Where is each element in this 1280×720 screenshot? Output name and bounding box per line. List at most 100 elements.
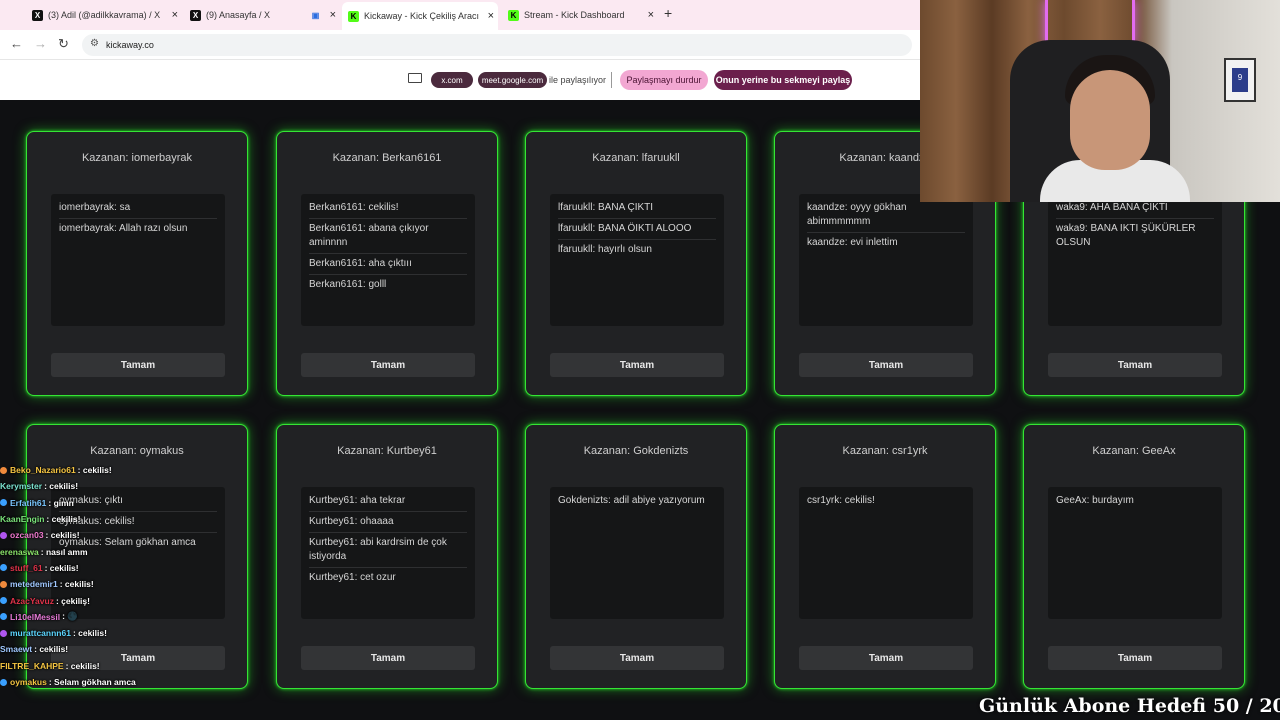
winner-title: Kazanan: oymakus: [90, 445, 184, 457]
webcam-overlay: 9: [920, 0, 1280, 202]
address-bar-row: ← → ↻ ⚙ kickaway.co: [0, 30, 920, 60]
chat-username: Erfatih61: [10, 497, 47, 508]
chat-line: ozcan03: cekilis!: [0, 527, 340, 543]
tab-screen-share[interactable]: ▣ ×: [304, 4, 340, 26]
badge-icon: [0, 580, 7, 588]
chat-text: : 🌑: [62, 611, 78, 622]
ok-button[interactable]: Tamam: [799, 353, 973, 377]
tab-label: Stream - Kick Dashboard: [524, 10, 625, 20]
chat-message: iomerbayrak: sa: [59, 198, 217, 219]
winner-title: Kazanan: Gokdenizts: [583, 445, 689, 457]
chat-line: AzacYavuz: çekiliş!: [0, 592, 340, 608]
badge-icon: [0, 678, 7, 686]
sharing-app-chip: meet.google.com: [478, 72, 547, 88]
ok-button[interactable]: Tamam: [799, 646, 973, 670]
close-icon[interactable]: ×: [330, 9, 336, 21]
winner-title: Kazanan: GeeAx: [1092, 445, 1176, 457]
ok-button[interactable]: Tamam: [550, 646, 724, 670]
chat-username: ozcan03: [10, 530, 44, 541]
kick-logo-icon: K: [348, 10, 359, 22]
tab-kickaway[interactable]: K Kickaway - Kick Çekiliş Aracı ×: [342, 2, 498, 30]
chat-message: kaandze: evi inlettim: [807, 237, 898, 248]
chat-text: : cekilis!: [46, 514, 81, 525]
chat-text: : cekilis!: [45, 530, 80, 541]
ok-button[interactable]: Tamam: [301, 353, 475, 377]
winner-messages: iomerbayrak: sa iomerbayrak: Allah razı o…: [51, 194, 225, 326]
tab-label: (3) Adil (@adilkkavrama) / X: [48, 10, 161, 20]
chat-line: metedemir1: cekilis!: [0, 576, 340, 592]
ok-button[interactable]: Tamam: [550, 353, 724, 377]
chat-line: FILTRE_KAHPE: cekilis!: [0, 658, 340, 674]
winner-messages: Gokdenizts: adil abiye yazıyorum: [550, 487, 724, 619]
tab-label: Kickaway - Kick Çekiliş Aracı: [364, 11, 480, 21]
winner-card: Kazanan: GeeAx GeeAx: burdayım Tamam: [1023, 424, 1245, 689]
chat-line: Li10elMessil: 🌑: [0, 609, 340, 625]
chat-message: Berkan6161: cekilis!: [309, 198, 467, 219]
chat-line: Beko_Nazario61: cekilis!: [0, 462, 340, 478]
chat-text: : cekilis!: [65, 660, 100, 671]
share-this-tab-button[interactable]: Onun yerine bu sekmeyi paylaş: [714, 70, 852, 90]
badge-icon: [0, 531, 7, 539]
chat-line: KaanEngin: cekilis!: [0, 511, 340, 527]
chat-message: Berkan6161: golll: [309, 279, 387, 290]
chat-message: Berkan6161: abana çıkıyor aminnnn: [309, 219, 467, 254]
close-icon[interactable]: ×: [488, 10, 494, 22]
browser-tab-bar: X (3) Adil (@adilkkavrama) / X × X (9) A…: [0, 0, 920, 30]
ok-button[interactable]: Tamam: [51, 353, 225, 377]
reload-button[interactable]: ↻: [58, 36, 69, 52]
winner-title: Kazanan: iomerbayrak: [81, 152, 193, 164]
url-field[interactable]: ⚙ kickaway.co: [82, 34, 912, 56]
winner-card: Kazanan: lfaruukll lfaruukll: BANA ÇIKTI l…: [525, 131, 747, 396]
chat-message: Gokdenizts: adil abiye yazıyorum: [558, 495, 705, 506]
chat-text: : çekiliş!: [55, 595, 90, 606]
chat-username: oymakus: [10, 677, 47, 687]
new-tab-button[interactable]: +: [664, 5, 672, 21]
winner-card: Kazanan: iomerbayrak iomerbayrak: sa iomer…: [26, 131, 248, 396]
divider: [611, 72, 612, 88]
jersey-number: 9: [1232, 68, 1248, 92]
chat-username: KaanEngin: [0, 514, 45, 525]
chat-line: erenaswa: nasıl amm: [0, 543, 340, 559]
tab-x-profile[interactable]: X (3) Adil (@adilkkavrama) / X ×: [26, 4, 182, 26]
winner-title: Kazanan: Berkan6161: [332, 152, 442, 164]
ok-button[interactable]: Tamam: [1048, 646, 1222, 670]
chat-username: Li10elMessil: [10, 611, 61, 622]
chat-line: Kerymster: cekilis!: [0, 478, 340, 494]
chat-text: : Selam gökhan amca: [48, 677, 136, 687]
site-info-icon[interactable]: ⚙: [90, 38, 99, 49]
chat-message: Berkan6161: aha çıktııı: [309, 254, 467, 275]
chat-message: lfaruukll: hayırlı olsun: [558, 244, 652, 255]
chat-message: waka9: BANA IKTI ŞÜKÜRLER OLSUN: [1056, 223, 1196, 248]
badge-icon: [0, 613, 7, 621]
streamer-head: [1070, 70, 1150, 170]
winner-messages: csr1yrk: cekilis!: [799, 487, 973, 619]
chat-message: kaandze: oyyy gökhan abimmmmmm: [807, 198, 965, 233]
winner-card: Kazanan: csr1yrk csr1yrk: cekilis! Tamam: [774, 424, 996, 689]
chat-text: : cekilis!: [44, 562, 79, 573]
ok-button[interactable]: Tamam: [1048, 353, 1222, 377]
chat-message: csr1yrk: cekilis!: [807, 495, 875, 506]
chat-message: iomerbayrak: Allah razı olsun: [59, 223, 188, 234]
winner-messages: GeeAx: burdayım: [1048, 487, 1222, 619]
close-icon[interactable]: ×: [172, 9, 178, 21]
tab-kick-dashboard[interactable]: K Stream - Kick Dashboard ×: [502, 4, 658, 26]
tab-label: (9) Anasayfa / X: [206, 10, 271, 20]
badge-icon: [0, 564, 7, 572]
screen-share-icon: ▣: [311, 10, 320, 20]
subscriber-goal: Günlük Abone Hedefi 50 / 20: [979, 695, 1280, 717]
chat-line: murattcannn61: cekilis!: [0, 625, 340, 641]
stream-chat-overlay: Beko_Nazario61: cekilis! Kerymster: cekil…: [0, 462, 340, 720]
forward-button[interactable]: →: [34, 36, 47, 51]
chat-text: : cekilis!: [77, 465, 112, 476]
back-button[interactable]: ←: [10, 36, 23, 51]
chat-message: GeeAx: burdayım: [1056, 495, 1134, 506]
shared-tab-chip: x.com: [431, 72, 473, 88]
chat-username: stuff_61: [10, 562, 43, 573]
chat-line: Erfatih61: gimn: [0, 495, 340, 511]
chat-username: FILTRE_KAHPE: [0, 660, 64, 671]
stop-sharing-button[interactable]: Paylaşmayı durdur: [620, 70, 708, 90]
chat-message: lfaruukll: BANA ÖIKTI ALOOO: [558, 219, 716, 240]
close-icon[interactable]: ×: [648, 9, 654, 21]
screen-share-icon: [408, 73, 422, 83]
winner-messages: Berkan6161: cekilis! Berkan6161: abana çı…: [301, 194, 475, 326]
